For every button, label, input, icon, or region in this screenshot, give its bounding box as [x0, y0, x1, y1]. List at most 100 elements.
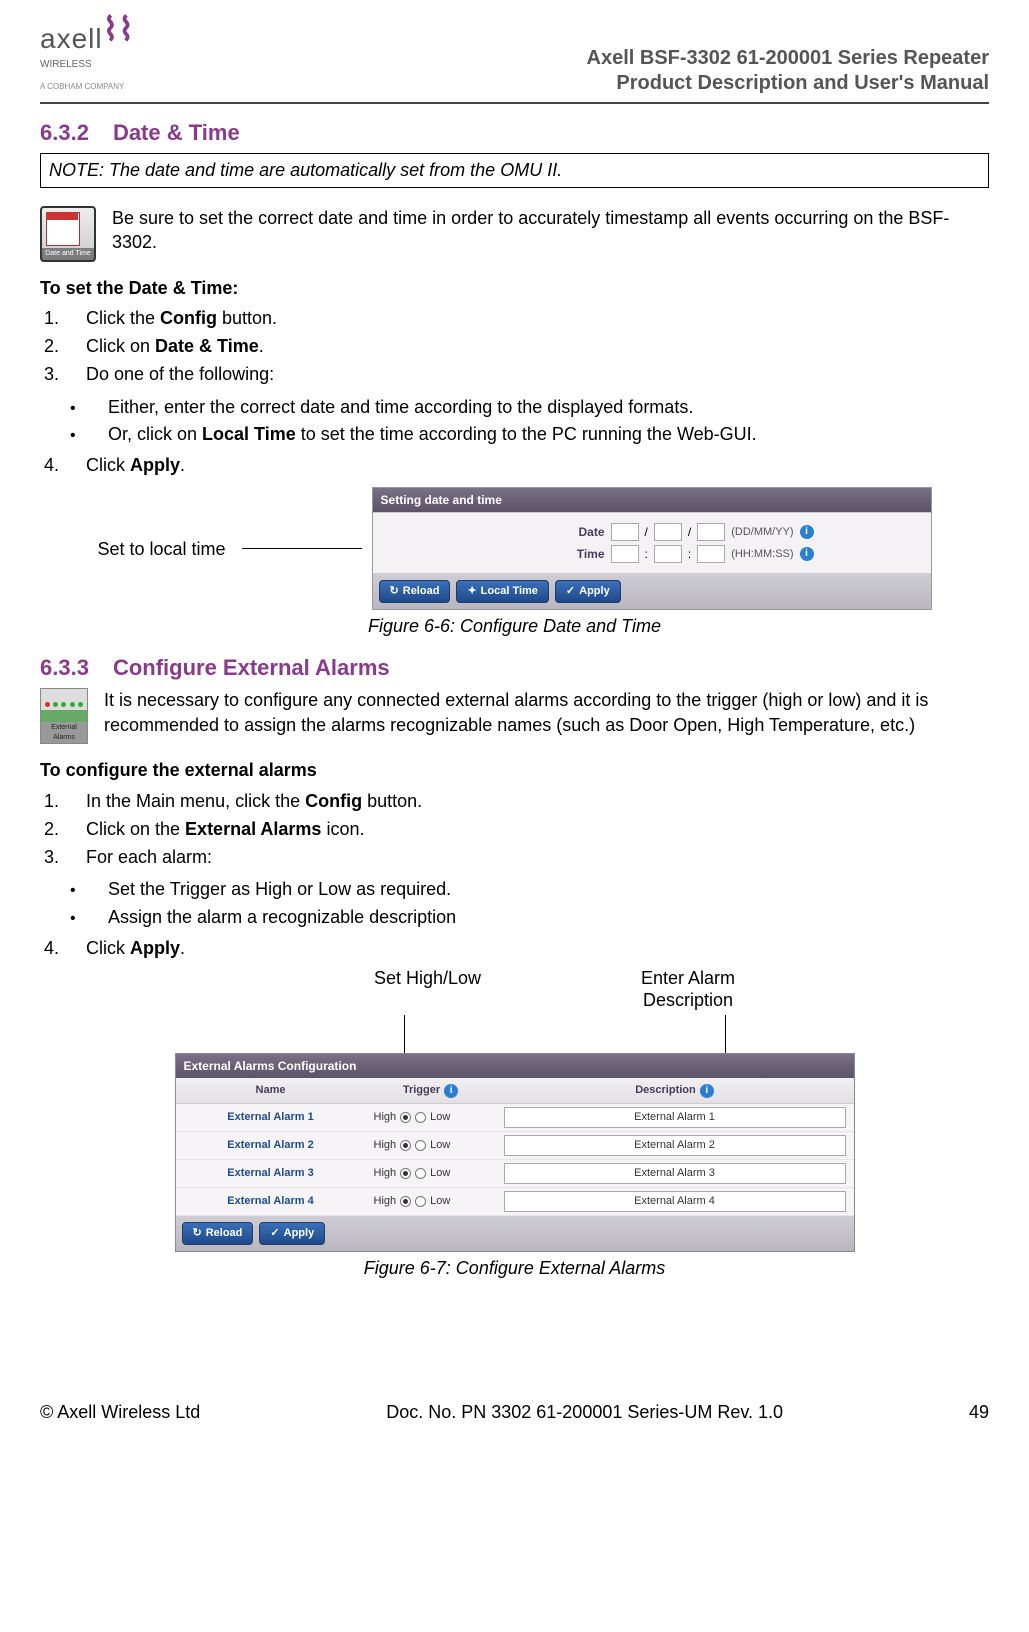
reload-button[interactable]: ↻Reload: [182, 1222, 254, 1245]
trigger-low-label: Low: [430, 1138, 450, 1153]
trigger-low-radio[interactable]: [415, 1112, 426, 1123]
logo-wave-icon: ⌇⌇: [103, 20, 134, 39]
figure-6-7-caption: Figure 6-7: Configure External Alarms: [40, 1256, 989, 1280]
section-num: 6.3.2: [40, 118, 89, 148]
table-row: External Alarm 1 High Low External Alarm 1: [176, 1104, 854, 1132]
time-label: Time: [565, 546, 605, 562]
col-name: Name: [176, 1078, 366, 1103]
dialog-title: Setting date and time: [373, 488, 931, 512]
page-footer: © Axell Wireless Ltd Doc. No. PN 3302 61…: [40, 1400, 989, 1424]
footer-copyright: © Axell Wireless Ltd: [40, 1400, 200, 1424]
bullet-icon: [70, 905, 108, 930]
date-mm-input[interactable]: [654, 523, 682, 541]
bullet-icon: [70, 395, 108, 420]
procedure-list-1: 1.Click the Config button. 2.Click on Da…: [44, 306, 989, 387]
bullet-list-1: Either, enter the correct date and time …: [70, 395, 989, 447]
logo-company: A COBHAM COMPANY: [40, 82, 124, 91]
date-dd-input[interactable]: [611, 523, 639, 541]
check-icon: ✓: [566, 584, 575, 599]
doc-title-line2: Product Description and User's Manual: [587, 71, 989, 96]
trigger-low-radio[interactable]: [415, 1140, 426, 1151]
description-cell: External Alarm 3: [496, 1160, 854, 1187]
ea-callouts: Set High/Low Enter AlarmDescription: [374, 968, 735, 1011]
date-time-intro-row: Date and Time Be sure to set the correct…: [40, 206, 989, 262]
external-alarms-dialog: External Alarms Configuration Name Trigg…: [175, 1053, 855, 1251]
date-time-figure-wrapper: Set to local time Setting date and time …: [40, 487, 989, 610]
trigger-high-label: High: [374, 1194, 397, 1209]
info-icon[interactable]: i: [444, 1084, 458, 1098]
ext-alarm-figure-wrapper: Set High/Low Enter AlarmDescription Exte…: [40, 968, 989, 1252]
time-hh-input[interactable]: [611, 545, 639, 563]
trigger-high-radio[interactable]: [400, 1196, 411, 1207]
trigger-low-label: Low: [430, 1166, 450, 1181]
page-header: axell ⌇⌇ WIRELESS A COBHAM COMPANY Axell…: [40, 20, 989, 104]
section-title: Configure External Alarms: [113, 653, 390, 683]
bullet-icon: [70, 422, 108, 447]
step-1: Click the Config button.: [86, 306, 277, 330]
external-alarms-icon-label: External Alarms: [41, 722, 87, 743]
bullet-1: Set the Trigger as High or Low as requir…: [108, 877, 451, 902]
trigger-cell: High Low: [366, 1105, 496, 1130]
date-yy-input[interactable]: [697, 523, 725, 541]
section-633-heading: 6.3.3 Configure External Alarms: [40, 653, 989, 683]
local-time-button[interactable]: ✦Local Time: [456, 580, 548, 603]
trigger-cell: High Low: [366, 1133, 496, 1158]
check-icon: ✓: [270, 1226, 279, 1241]
callout-set-high-low: Set High/Low: [374, 968, 481, 1011]
procedure-list-1b: 4.Click Apply.: [44, 453, 989, 477]
bullet-2: Or, click on Local Time to set the time …: [108, 422, 757, 447]
description-input[interactable]: External Alarm 1: [504, 1107, 846, 1128]
figure-6-6-caption: Figure 6-6: Configure Date and Time: [40, 614, 989, 638]
logo-subtitle: WIRELESS: [40, 58, 134, 72]
description-input[interactable]: External Alarm 3: [504, 1163, 846, 1184]
logo-block: axell ⌇⌇ WIRELESS A COBHAM COMPANY: [40, 20, 134, 96]
step-2: Click on the External Alarms icon.: [86, 817, 364, 841]
description-input[interactable]: External Alarm 4: [504, 1191, 846, 1212]
step-1: In the Main menu, click the Config butto…: [86, 789, 422, 813]
date-row: Date / / (DD/MM/YY) i: [385, 523, 919, 541]
trigger-high-label: High: [374, 1166, 397, 1181]
description-input[interactable]: External Alarm 2: [504, 1135, 846, 1156]
trigger-high-label: High: [374, 1138, 397, 1153]
bullet-2: Assign the alarm a recognizable descript…: [108, 905, 456, 930]
alarm-name: External Alarm 3: [176, 1161, 366, 1186]
col-description: Descriptioni: [496, 1078, 854, 1103]
alarm-name: External Alarm 4: [176, 1189, 366, 1214]
trigger-high-radio[interactable]: [400, 1112, 411, 1123]
info-icon[interactable]: i: [800, 547, 814, 561]
trigger-high-radio[interactable]: [400, 1168, 411, 1179]
trigger-high-radio[interactable]: [400, 1140, 411, 1151]
time-ss-input[interactable]: [697, 545, 725, 563]
date-hint: (DD/MM/YY): [731, 525, 793, 540]
apply-button[interactable]: ✓Apply: [259, 1222, 325, 1245]
ext-alarm-intro-row: External Alarms It is necessary to confi…: [40, 688, 989, 744]
alarm-name: External Alarm 2: [176, 1133, 366, 1158]
apply-button[interactable]: ✓Apply: [555, 580, 621, 603]
logo-text: axell: [40, 20, 103, 58]
callout-set-local-time: Set to local time: [97, 537, 225, 561]
bullet-list-2: Set the Trigger as High or Low as requir…: [70, 877, 989, 929]
date-time-icon-label: Date and Time: [42, 248, 94, 259]
reload-button[interactable]: ↻Reload: [379, 580, 451, 603]
step-4: Click Apply.: [86, 453, 185, 477]
description-cell: External Alarm 1: [496, 1104, 854, 1131]
callout-enter-description: Enter AlarmDescription: [641, 968, 735, 1011]
footer-docnum: Doc. No. PN 3302 61-200001 Series-UM Rev…: [386, 1400, 783, 1424]
step-num: 3.: [44, 362, 86, 386]
trigger-high-label: High: [374, 1110, 397, 1125]
external-alarms-icon: External Alarms: [40, 688, 88, 744]
trigger-cell: High Low: [366, 1161, 496, 1186]
trigger-low-label: Low: [430, 1110, 450, 1125]
info-icon[interactable]: i: [800, 525, 814, 539]
bullet-icon: [70, 877, 108, 902]
trigger-low-radio[interactable]: [415, 1168, 426, 1179]
info-icon[interactable]: i: [700, 1084, 714, 1098]
procedure-list-2b: 4.Click Apply.: [44, 936, 989, 960]
date-time-icon: Date and Time: [40, 206, 96, 262]
procedure-list-2: 1.In the Main menu, click the Config but…: [44, 789, 989, 870]
step-num: 3.: [44, 845, 86, 869]
alarm-name: External Alarm 1: [176, 1105, 366, 1130]
doc-title-line1: Axell BSF-3302 61-200001 Series Repeater: [587, 46, 989, 71]
time-mm-input[interactable]: [654, 545, 682, 563]
trigger-low-radio[interactable]: [415, 1196, 426, 1207]
